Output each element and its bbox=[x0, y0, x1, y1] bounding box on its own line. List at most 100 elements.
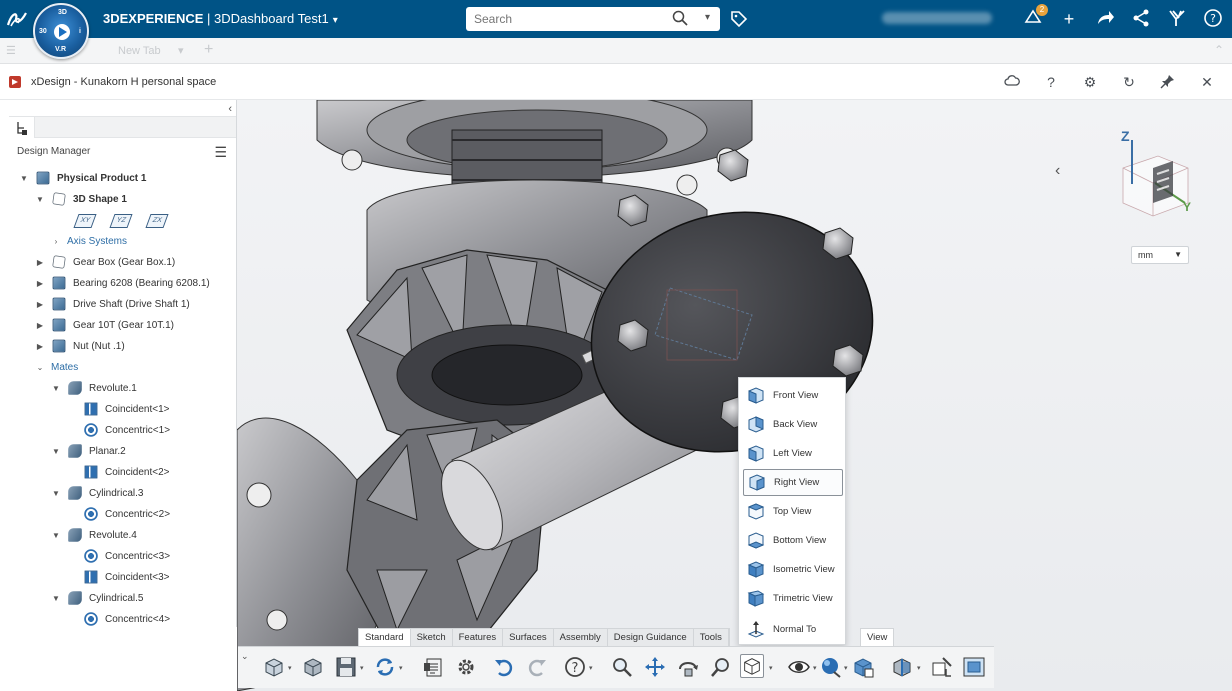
search-icon[interactable] bbox=[672, 10, 688, 26]
expand-arrow-icon[interactable]: ▼ bbox=[51, 594, 61, 603]
pin-icon[interactable] bbox=[1159, 73, 1177, 91]
tree-item-concentric-4[interactable]: Concentric<4> bbox=[83, 609, 170, 627]
menu-item-normal-to[interactable]: Normal To bbox=[743, 616, 843, 643]
appearance-dropdown-icon[interactable]: ▾ bbox=[844, 664, 848, 672]
tab-options-icon[interactable]: ▾ bbox=[178, 44, 184, 57]
visibility-dropdown-icon[interactable]: ▾ bbox=[813, 664, 817, 672]
rotate-icon[interactable] bbox=[676, 655, 700, 679]
panel-menu-icon[interactable]: ☰ bbox=[214, 144, 227, 161]
gear-icon[interactable]: ⚙ bbox=[1081, 73, 1099, 91]
app-brand[interactable]: 3DEXPERIENCE | 3DDashboard Test1 ▾ bbox=[103, 11, 338, 26]
close-icon[interactable]: ✕ bbox=[1198, 73, 1216, 91]
tree-item-revolute-4[interactable]: ▼ Revolute.4 bbox=[51, 525, 137, 545]
expand-arrow-icon[interactable]: › bbox=[51, 237, 61, 246]
units-dropdown[interactable]: mm bbox=[1131, 246, 1189, 264]
expand-arrow-icon[interactable]: ▼ bbox=[51, 531, 61, 540]
tab-assembly[interactable]: Assembly bbox=[554, 629, 608, 646]
chevron-left-icon[interactable]: ‹ bbox=[1055, 162, 1060, 180]
user-name-blurred[interactable] bbox=[882, 12, 992, 24]
tree-item-gear-box[interactable]: ▶ Gear Box (Gear Box.1) bbox=[35, 252, 175, 272]
tree-item-coincident-3[interactable]: Coincident<3> bbox=[83, 567, 170, 587]
tree-item-revolute-1[interactable]: ▼ Revolute.1 bbox=[51, 378, 137, 398]
search-input[interactable] bbox=[466, 8, 666, 30]
gearbox-3d-model[interactable] bbox=[237, 100, 1232, 691]
tab-standard[interactable]: Standard bbox=[359, 629, 411, 646]
expand-arrow-icon[interactable]: ▼ bbox=[35, 195, 45, 204]
redo-icon[interactable] bbox=[525, 655, 549, 679]
help-icon[interactable]: ? bbox=[1042, 73, 1060, 91]
appearance-icon[interactable] bbox=[818, 655, 842, 679]
expand-arrow-icon[interactable]: ⌄ bbox=[35, 363, 45, 372]
add-icon[interactable]: + bbox=[1058, 8, 1080, 30]
pan-icon[interactable] bbox=[643, 655, 667, 679]
tree-item-nut[interactable]: ▶ Nut (Nut .1) bbox=[35, 336, 125, 356]
collapse-toolbar-icon[interactable]: ⌄ bbox=[241, 651, 249, 662]
section-dropdown-icon[interactable]: ▾ bbox=[917, 664, 921, 672]
save-dropdown-icon[interactable]: ▾ bbox=[360, 664, 364, 672]
measure-icon[interactable] bbox=[930, 655, 954, 679]
tab-tools[interactable]: Tools bbox=[694, 629, 729, 646]
collapse-icon[interactable]: ⌃ bbox=[1214, 43, 1224, 57]
help-icon[interactable]: ? bbox=[563, 655, 587, 679]
search-options-chevron-icon[interactable]: ▾ bbox=[705, 12, 710, 23]
menu-item-bottom-view[interactable]: Bottom View bbox=[743, 527, 843, 554]
tree-item-axis-systems[interactable]: › Axis Systems bbox=[51, 231, 127, 251]
expand-arrow-icon[interactable]: ▼ bbox=[19, 174, 29, 183]
sync-icon[interactable] bbox=[373, 655, 397, 679]
tree-item-concentric-3[interactable]: Concentric<3> bbox=[83, 546, 170, 566]
zoom-fit-icon[interactable] bbox=[709, 655, 733, 679]
collapse-panel-icon[interactable]: ‹ bbox=[228, 103, 232, 115]
settings-icon[interactable] bbox=[454, 655, 478, 679]
compass-widget[interactable]: 3D 30 i V.R bbox=[33, 3, 89, 59]
tree-item-physical-product[interactable]: ▼ Physical Product 1 bbox=[19, 168, 146, 188]
help-dropdown-icon[interactable]: ▾ bbox=[589, 664, 593, 672]
screen-capture-icon[interactable] bbox=[962, 655, 986, 679]
tree-item-3d-shape[interactable]: ▼ 3D Shape 1 bbox=[35, 189, 127, 209]
clipboard-icon[interactable] bbox=[422, 655, 446, 679]
expand-arrow-icon[interactable]: ▶ bbox=[35, 300, 45, 309]
menu-item-front-view[interactable]: Front View bbox=[743, 382, 843, 409]
expand-arrow-icon[interactable]: ▼ bbox=[51, 384, 61, 393]
tab-features[interactable]: Features bbox=[453, 629, 504, 646]
tree-item-cylindrical-3[interactable]: ▼ Cylindrical.3 bbox=[51, 483, 143, 503]
menu-item-isometric-view[interactable]: Isometric View bbox=[743, 556, 843, 583]
tree-item-coincident-2[interactable]: Coincident<2> bbox=[83, 462, 170, 482]
expand-arrow-icon[interactable]: ▼ bbox=[51, 489, 61, 498]
zoom-icon[interactable] bbox=[610, 655, 634, 679]
menu-item-back-view[interactable]: Back View bbox=[743, 411, 843, 438]
insert-dropdown-icon[interactable]: ▾ bbox=[288, 664, 292, 672]
render-icon[interactable] bbox=[851, 655, 875, 679]
menu-item-left-view[interactable]: Left View bbox=[743, 440, 843, 467]
section-icon[interactable] bbox=[890, 655, 914, 679]
play-icon[interactable] bbox=[54, 24, 70, 40]
tree-item-bearing[interactable]: ▶ Bearing 6208 (Bearing 6208.1) bbox=[35, 273, 210, 293]
help-icon[interactable]: ? bbox=[1202, 8, 1224, 30]
tree-tab[interactable] bbox=[9, 117, 35, 138]
share-network-icon[interactable] bbox=[1130, 8, 1152, 30]
tab-surfaces[interactable]: Surfaces bbox=[503, 629, 554, 646]
plane-zx-icon[interactable]: ZX bbox=[145, 214, 169, 228]
3d-viewport[interactable]: ‹ Z Y mm bbox=[237, 100, 1232, 691]
add-tab-icon[interactable]: + bbox=[204, 41, 213, 59]
tree-item-gear-10t[interactable]: ▶ Gear 10T (Gear 10T.1) bbox=[35, 315, 174, 335]
insert-icon[interactable] bbox=[262, 655, 286, 679]
view-orientation-dropdown-icon[interactable]: ▾ bbox=[769, 664, 773, 672]
tree-item-cylindrical-5[interactable]: ▼ Cylindrical.5 bbox=[51, 588, 143, 608]
expand-arrow-icon[interactable]: ▼ bbox=[51, 447, 61, 456]
expand-arrow-icon[interactable]: ▶ bbox=[35, 279, 45, 288]
visibility-icon[interactable] bbox=[787, 655, 811, 679]
tab-sketch[interactable]: Sketch bbox=[411, 629, 453, 646]
tab-view[interactable]: View bbox=[860, 628, 895, 646]
plane-xy-icon[interactable]: XY bbox=[73, 214, 97, 228]
tab-design-guidance[interactable]: Design Guidance bbox=[608, 629, 694, 646]
tree-item-coincident-1[interactable]: Coincident<1> bbox=[83, 399, 170, 419]
menu-item-right-view[interactable]: Right View bbox=[743, 469, 843, 496]
tree-item-drive-shaft[interactable]: ▶ Drive Shaft (Drive Shaft 1) bbox=[35, 294, 190, 314]
expand-arrow-icon[interactable]: ▶ bbox=[35, 258, 45, 267]
tag-icon[interactable] bbox=[730, 10, 748, 28]
menu-item-trimetric-view[interactable]: Trimetric View bbox=[743, 585, 843, 612]
view-orientation-icon[interactable] bbox=[740, 654, 764, 678]
cloud-icon[interactable] bbox=[1003, 73, 1021, 91]
refresh-icon[interactable]: ↻ bbox=[1120, 73, 1138, 91]
sync-dropdown-icon[interactable]: ▾ bbox=[399, 664, 403, 672]
